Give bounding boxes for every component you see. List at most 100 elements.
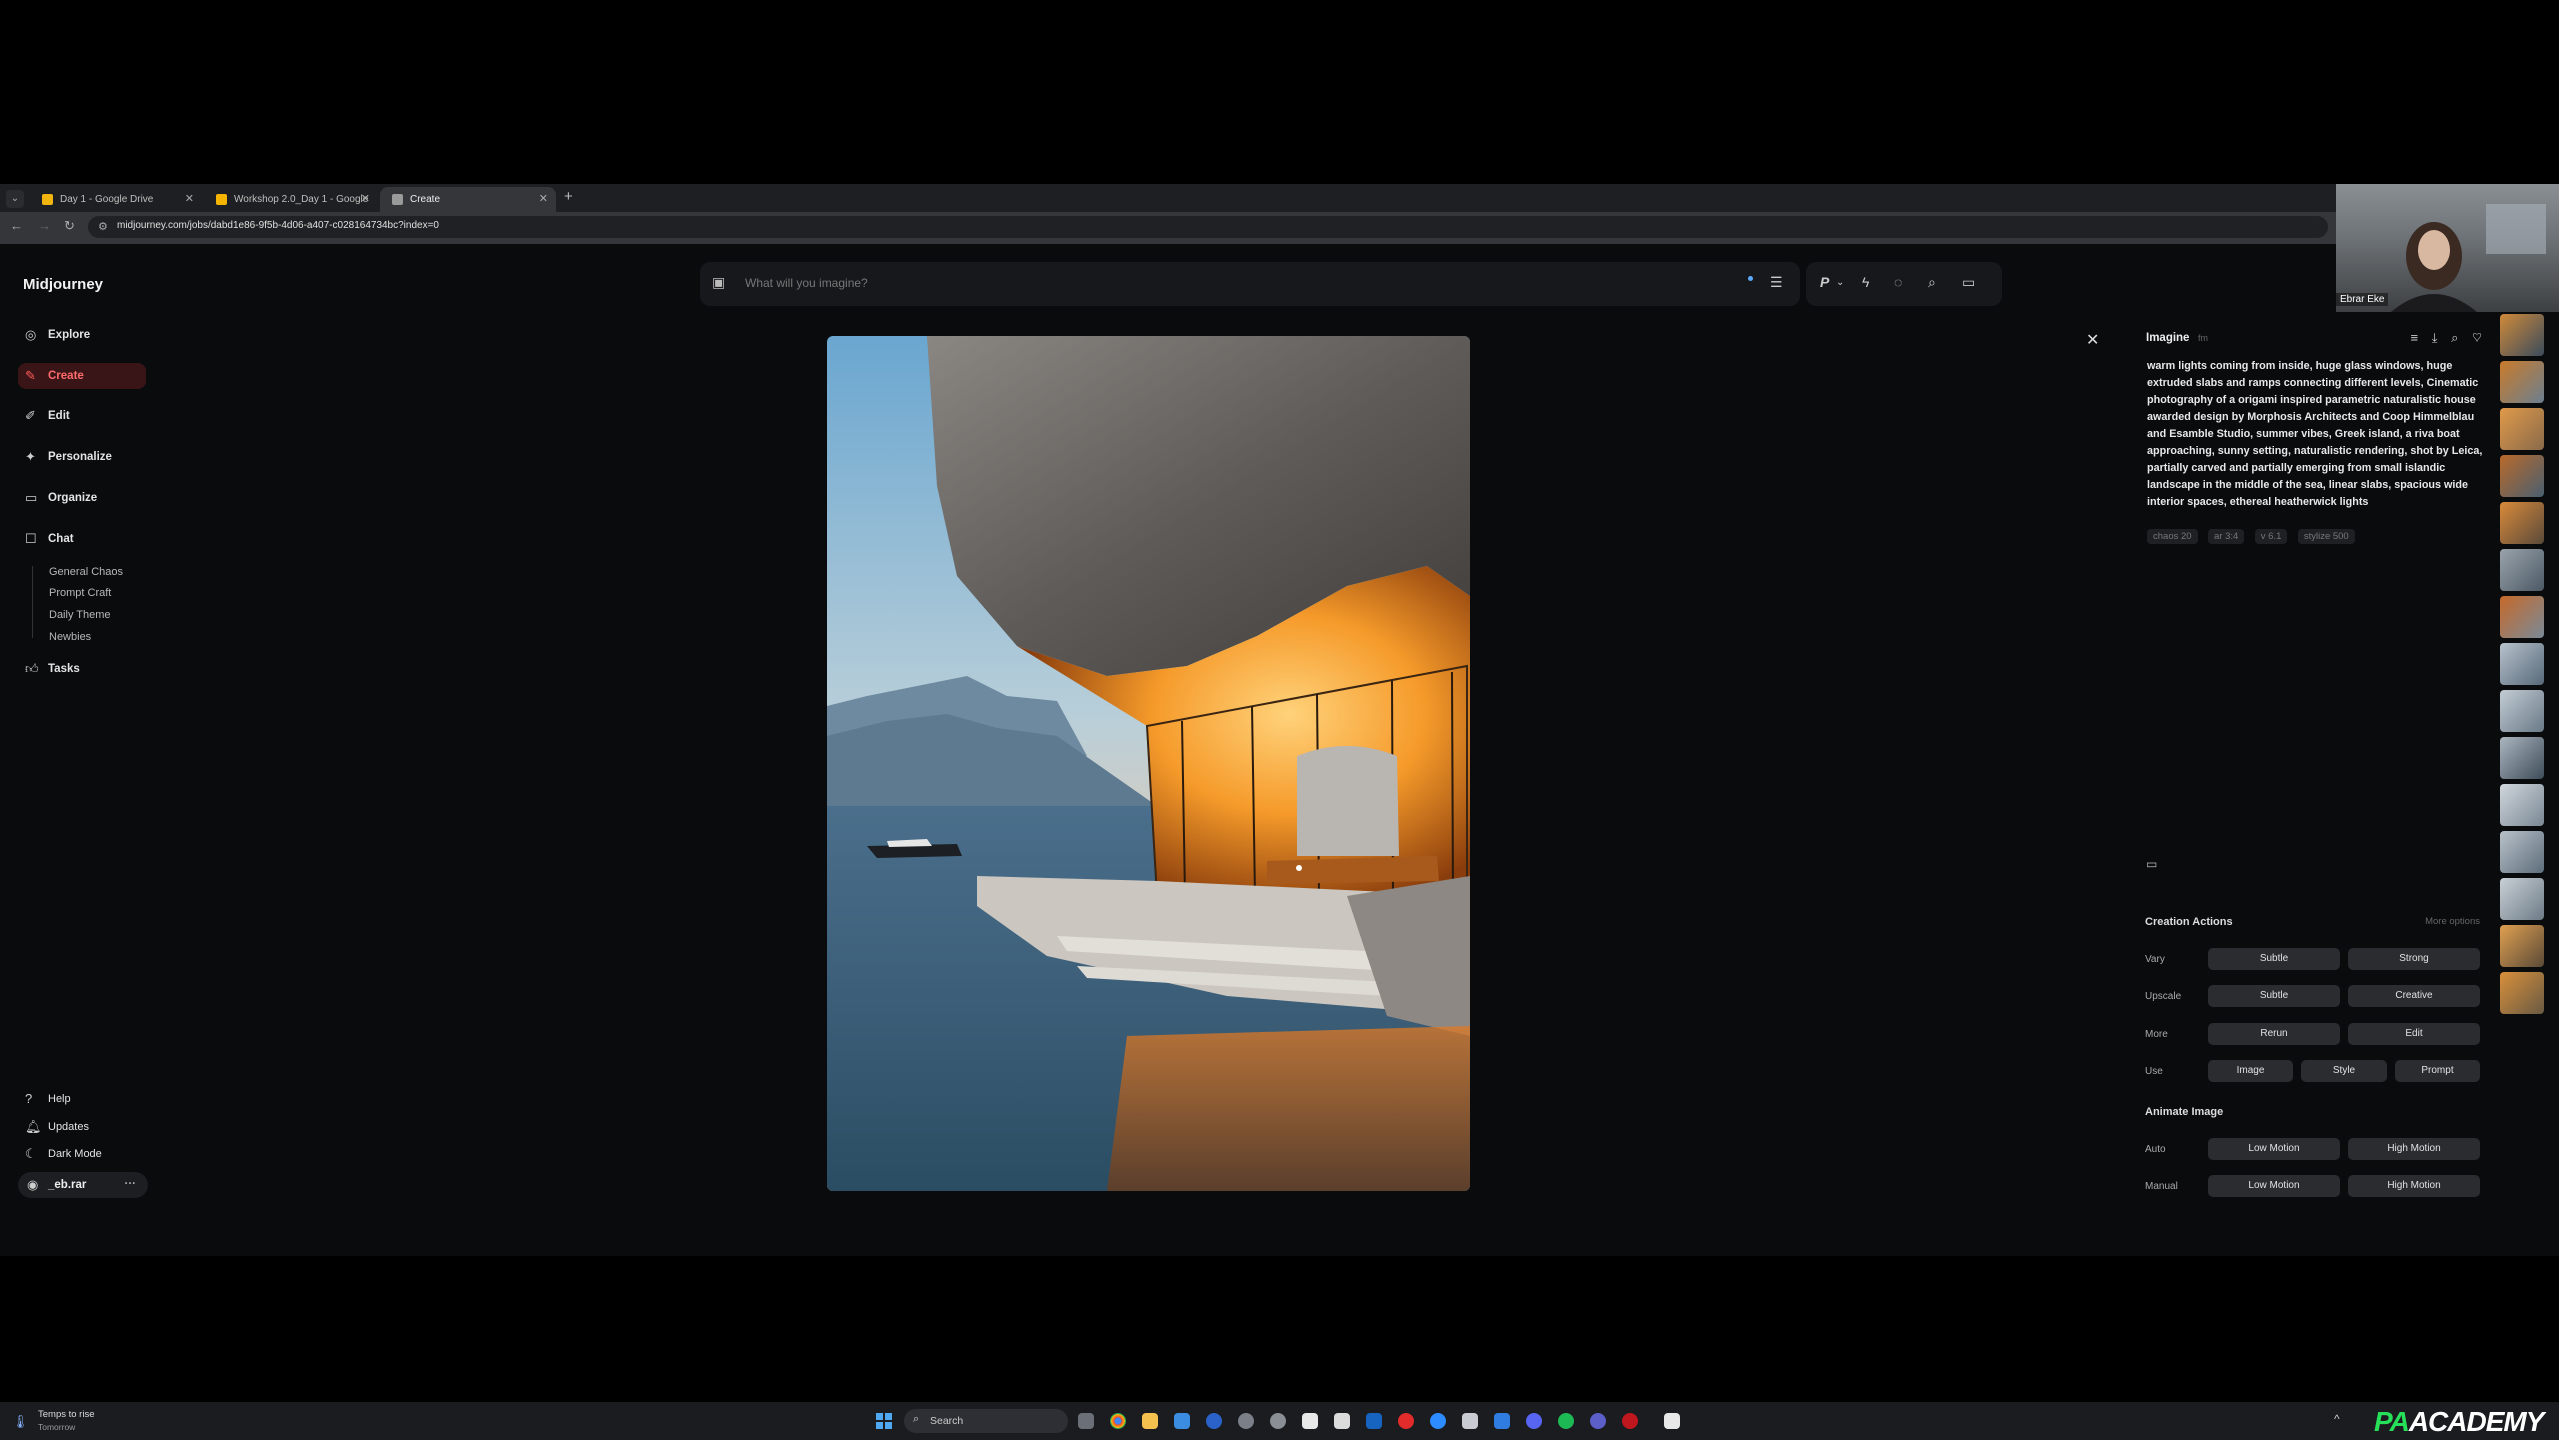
forward-icon[interactable]: → <box>38 218 51 233</box>
app-icon[interactable] <box>1334 1413 1350 1429</box>
app-icon[interactable] <box>1302 1413 1318 1429</box>
thumbnail[interactable] <box>2500 831 2544 873</box>
app-icon[interactable] <box>1664 1413 1680 1429</box>
zoom-icon[interactable] <box>1430 1413 1446 1429</box>
youtube-icon[interactable] <box>1398 1413 1414 1429</box>
task-view-icon[interactable] <box>1078 1413 1094 1429</box>
sidebar-item-edit[interactable]: ✐ Edit <box>18 403 146 429</box>
folder-icon[interactable]: ▭ <box>1962 274 1975 291</box>
settings-sliders-icon[interactable]: ☰ <box>1770 274 1783 291</box>
chat-bubble-icon[interactable]: ◌ <box>1894 274 1902 290</box>
folder-icon[interactable]: ▭ <box>2146 857 2157 871</box>
windows-start-icon[interactable] <box>876 1413 892 1429</box>
sidebar-item-dark-mode[interactable]: ☾ Dark Mode <box>18 1141 146 1167</box>
thumbnail[interactable] <box>2500 784 2544 826</box>
menu-icon[interactable]: ≡ <box>2410 330 2418 345</box>
chat-room-prompt-craft[interactable]: Prompt Craft <box>49 587 111 599</box>
chat-room-newbies[interactable]: Newbies <box>49 631 91 643</box>
app-icon[interactable] <box>1462 1413 1478 1429</box>
vary-subtle-button[interactable]: Subtle <box>2208 948 2340 970</box>
image-upload-icon[interactable]: ▣ <box>712 274 725 291</box>
more-icon[interactable]: ··· <box>125 1171 137 1197</box>
thumbnail[interactable] <box>2500 596 2544 638</box>
vary-strong-button[interactable]: Strong <box>2348 948 2480 970</box>
thumbnail[interactable] <box>2500 690 2544 732</box>
more-options-link[interactable]: More options <box>2425 916 2480 927</box>
thumbnail[interactable] <box>2500 455 2544 497</box>
logo[interactable]: Midjourney <box>23 276 103 293</box>
search-icon[interactable]: ⌕ <box>2451 330 2458 345</box>
thumbnail[interactable] <box>2500 737 2544 779</box>
tab-workshop-doc[interactable]: Workshop 2.0_Day 1 - Google ✕ <box>204 187 378 212</box>
discord-icon[interactable] <box>1526 1413 1542 1429</box>
thumbnail[interactable] <box>2500 314 2544 356</box>
reload-icon[interactable]: ↻ <box>64 218 75 234</box>
personalize-p-icon[interactable]: P <box>1820 274 1829 290</box>
use-image-button[interactable]: Image <box>2208 1060 2293 1082</box>
app-icon[interactable] <box>1238 1413 1254 1429</box>
chrome-icon[interactable] <box>1110 1413 1126 1429</box>
close-tab-icon[interactable]: ✕ <box>539 187 548 212</box>
sidebar-item-updates[interactable]: 🔔︎ Updates <box>18 1114 146 1140</box>
tab-list-button[interactable]: ⌄ <box>6 190 24 208</box>
param-version[interactable]: v 6.1 <box>2254 529 2288 544</box>
app-icon[interactable] <box>1494 1413 1510 1429</box>
sidebar-item-help[interactable]: ? Help <box>18 1086 146 1112</box>
url-field[interactable]: ⚙ midjourney.com/jobs/dabd1e86-9f5b-4d06… <box>88 216 2328 238</box>
auto-high-motion-button[interactable]: High Motion <box>2348 1138 2480 1160</box>
download-icon[interactable]: ⤓ <box>2432 330 2438 345</box>
sidebar-item-organize[interactable]: ▭ Organize <box>18 485 146 511</box>
site-info-icon[interactable]: ⚙ <box>98 220 108 233</box>
search-icon[interactable]: ⌕ <box>1928 274 1936 291</box>
photos-icon[interactable] <box>1174 1413 1190 1429</box>
auto-low-motion-button[interactable]: Low Motion <box>2208 1138 2340 1160</box>
sidebar-item-create[interactable]: ✎ Create <box>18 363 146 389</box>
manual-low-motion-button[interactable]: Low Motion <box>2208 1175 2340 1197</box>
opera-icon[interactable] <box>1622 1413 1638 1429</box>
sidebar-item-explore[interactable]: ◎ Explore <box>18 322 146 348</box>
chevron-up-icon[interactable]: ^ <box>2334 1412 2340 1426</box>
close-tab-icon[interactable]: ✕ <box>361 187 370 212</box>
upscale-creative-button[interactable]: Creative <box>2348 985 2480 1007</box>
teams-icon[interactable] <box>1590 1413 1606 1429</box>
manual-high-motion-button[interactable]: High Motion <box>2348 1175 2480 1197</box>
close-icon[interactable]: ✕ <box>2086 330 2099 350</box>
close-tab-icon[interactable]: ✕ <box>185 187 194 212</box>
thumbnail[interactable] <box>2500 361 2544 403</box>
tab-create[interactable]: Create ✕ <box>380 187 556 212</box>
generated-image[interactable] <box>827 336 1470 1191</box>
new-tab-button[interactable]: + <box>564 188 573 205</box>
param-chaos[interactable]: chaos 20 <box>2147 529 2198 544</box>
param-stylize[interactable]: stylize 500 <box>2297 529 2355 544</box>
prompt-input[interactable]: What will you imagine? <box>745 276 868 290</box>
thumbnail[interactable] <box>2500 502 2544 544</box>
user-menu[interactable]: ◉ _eb.rar ··· <box>18 1172 148 1198</box>
weather-widget-title[interactable]: Temps to rise <box>38 1409 95 1420</box>
taskbar-search[interactable]: ⌕ Search <box>904 1409 1068 1433</box>
tab-google-drive[interactable]: Day 1 - Google Drive ✕ <box>30 187 202 212</box>
thumbnail[interactable] <box>2500 643 2544 685</box>
rerun-button[interactable]: Rerun <box>2208 1023 2340 1045</box>
app-icon[interactable] <box>1270 1413 1286 1429</box>
thumbnail[interactable] <box>2500 925 2544 967</box>
use-style-button[interactable]: Style <box>2301 1060 2387 1082</box>
thumbnail[interactable] <box>2500 549 2544 591</box>
lightning-icon[interactable]: ϟ <box>1862 274 1869 290</box>
back-icon[interactable]: ← <box>10 218 23 233</box>
prompt-text[interactable]: warm lights coming from inside, huge gla… <box>2147 358 2483 511</box>
use-prompt-button[interactable]: Prompt <box>2395 1060 2480 1082</box>
copilot-icon[interactable] <box>1206 1413 1222 1429</box>
chat-room-general-chaos[interactable]: General Chaos <box>49 566 123 578</box>
sidebar-item-chat[interactable]: ☐ Chat <box>18 526 146 552</box>
edit-button[interactable]: Edit <box>2348 1023 2480 1045</box>
thumbnail[interactable] <box>2500 878 2544 920</box>
chevron-down-icon[interactable]: ⌄ <box>1836 277 1844 288</box>
spotify-icon[interactable] <box>1558 1413 1574 1429</box>
upscale-subtle-button[interactable]: Subtle <box>2208 985 2340 1007</box>
chat-room-daily-theme[interactable]: Daily Theme <box>49 609 111 621</box>
param-aspect-ratio[interactable]: ar 3:4 <box>2208 529 2245 544</box>
thumbnail[interactable] <box>2500 408 2544 450</box>
sidebar-item-personalize[interactable]: ✦ Personalize <box>18 444 146 470</box>
sidebar-item-tasks[interactable]: 👍︎ Tasks <box>18 656 146 682</box>
thumbnail[interactable] <box>2500 972 2544 1014</box>
